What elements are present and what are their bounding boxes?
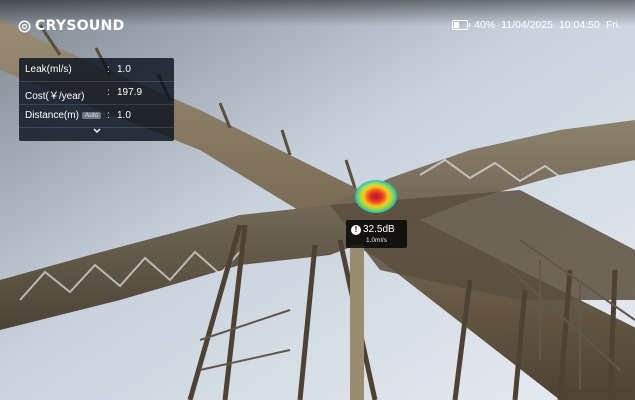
battery-icon (452, 20, 471, 30)
info-icon: ! (351, 225, 361, 235)
distance-row[interactable]: Distance(m) Auto : 1.0 (19, 104, 174, 128)
leak-value: 1.0 (117, 64, 131, 75)
cost-value: 197.9 (117, 87, 143, 98)
leak-colon: : (107, 64, 110, 75)
cost-colon: : (107, 87, 110, 98)
sound-level-value: 32.5dB (363, 224, 395, 235)
cost-row: Cost(￥/year) : 197.9 (19, 81, 174, 105)
date-text: 11/04/2025 (501, 19, 553, 31)
detection-callout[interactable]: ! 32.5dB 1.0ml/s (346, 220, 407, 248)
flow-rate-value: 1.0ml/s (366, 237, 387, 244)
distance-value: 1.0 (117, 110, 131, 121)
battery-percent: 40% (474, 19, 496, 31)
cost-label: Cost(￥/year) (25, 91, 85, 102)
chevron-down-icon[interactable] (92, 127, 102, 135)
status-area: 40% 11/04/2025 10:04:50 Fri. (452, 19, 621, 31)
time-text: 10:04:50 (558, 19, 600, 31)
readout-panel: Leak(ml/s) : 1.0 Cost(￥/year) : 197.9 Di… (19, 58, 174, 141)
brand-name: CRYSOUND (35, 18, 125, 34)
battery-level-fill (454, 22, 459, 28)
brand-logo: CRYSOUND (18, 18, 125, 34)
distance-label: Distance(m) Auto (25, 110, 102, 121)
leak-heatmap-spot[interactable] (355, 180, 397, 213)
leak-label: Leak(ml/s) (25, 64, 72, 75)
leak-row: Leak(ml/s) : 1.0 (19, 58, 174, 82)
distance-colon: : (107, 110, 110, 121)
weekday-text: Fri. (605, 19, 621, 31)
crysound-logo-icon (18, 20, 31, 32)
auto-badge[interactable]: Auto (81, 112, 102, 119)
distance-label-text: Distance(m) (25, 110, 79, 121)
